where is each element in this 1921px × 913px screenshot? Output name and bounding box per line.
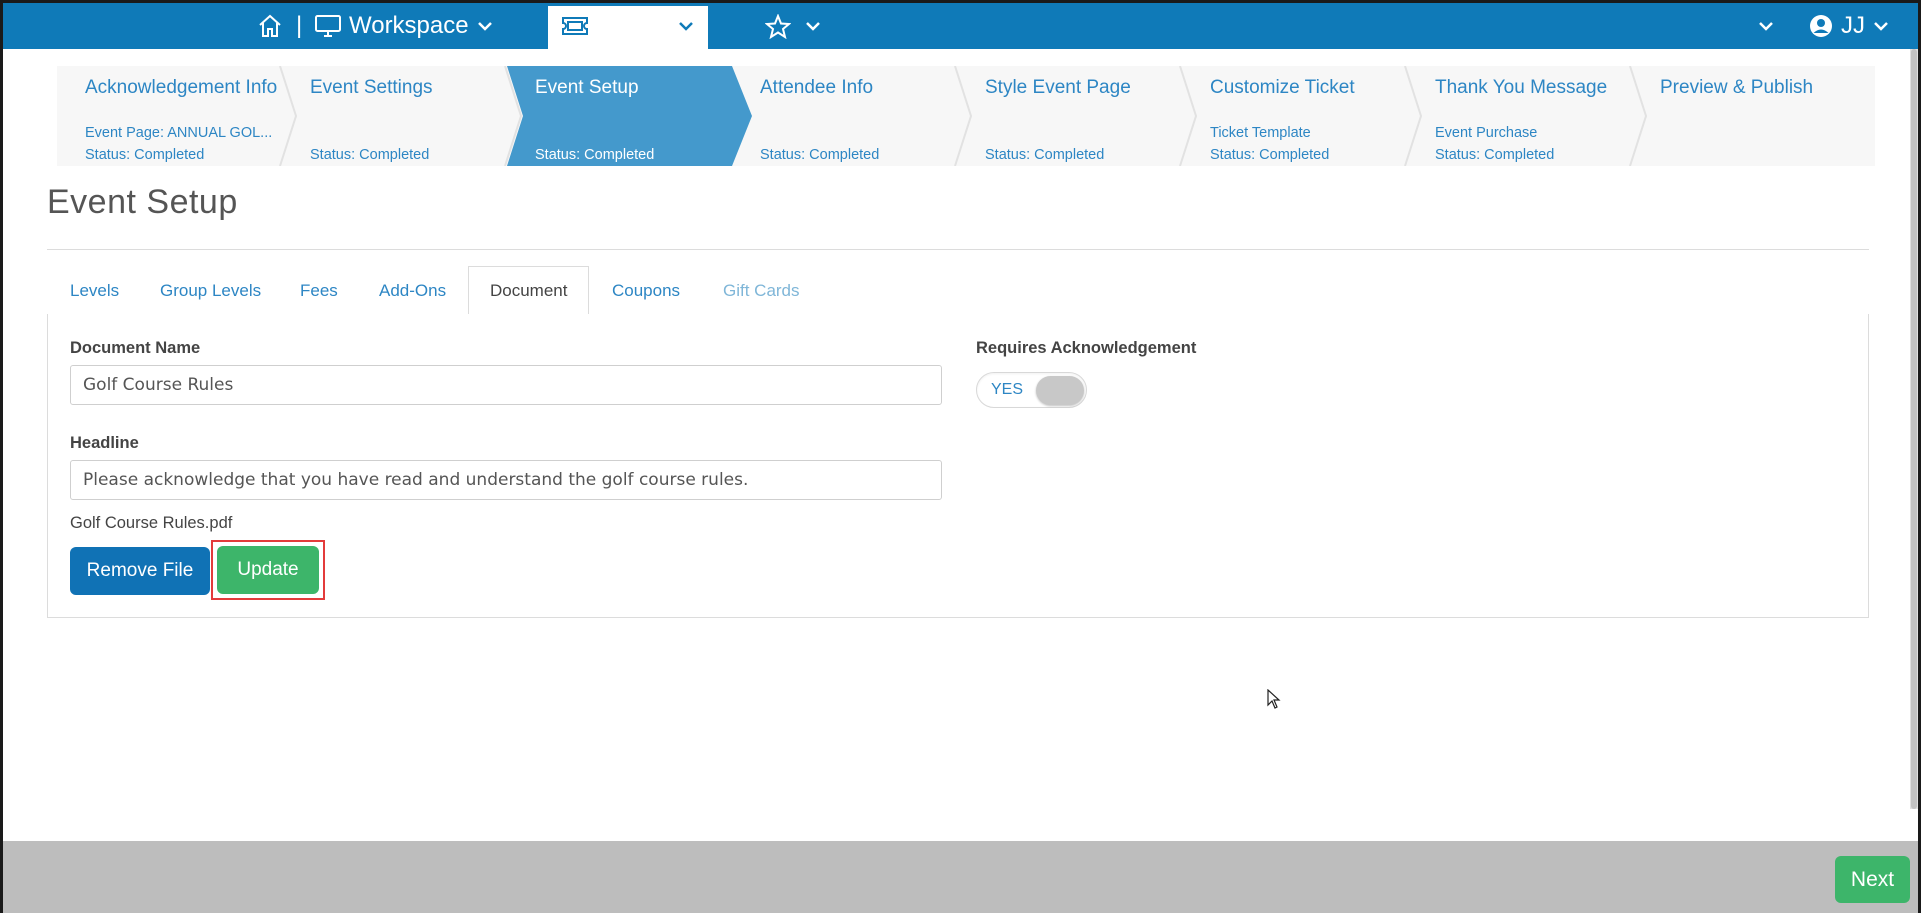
chevron-down-icon [1874, 22, 1888, 31]
event-setup-tabs: Levels Group Levels Fees Add-Ons Documen… [47, 266, 1869, 316]
user-menu[interactable]: JJ [1809, 3, 1889, 49]
step-title: Preview & Publish [1660, 77, 1814, 98]
step-detail: Ticket Template [1210, 125, 1311, 141]
step-divider [1179, 66, 1198, 166]
tab-add-ons[interactable]: Add-Ons [379, 266, 446, 315]
step-status: Status: Completed [760, 147, 880, 163]
tab-gift-cards[interactable]: Gift Cards [723, 266, 800, 315]
step-attendee-info[interactable]: Attendee Info Status: Completed [732, 66, 973, 166]
step-thank-you-message[interactable]: Thank You Message Event Purchase Status:… [1407, 66, 1648, 166]
step-status: Status: Completed [535, 147, 655, 163]
document-name-input[interactable] [70, 365, 942, 405]
monitor-icon [315, 15, 341, 37]
step-title: Event Settings [310, 77, 433, 98]
step-status: Status: Completed [1435, 147, 1555, 163]
headline-label: Headline [70, 434, 139, 452]
chevron-down-icon [477, 22, 492, 31]
next-button[interactable]: Next [1835, 856, 1910, 903]
step-style-event-page[interactable]: Style Event Page Status: Completed [957, 66, 1198, 166]
favorites-menu[interactable] [765, 3, 821, 49]
step-detail: Event Page: ANNUAL GOL... [85, 125, 273, 141]
step-status: Status: Completed [85, 147, 205, 163]
update-button[interactable]: Update [217, 546, 319, 594]
home-icon [259, 14, 281, 37]
requires-acknowledgement-toggle[interactable]: YES [976, 372, 1087, 408]
update-button-highlight: Update [211, 540, 325, 600]
step-status: Status: Completed [985, 147, 1105, 163]
top-navigation-bar: | Workspace Events JJ [3, 3, 1918, 49]
workspace-menu[interactable]: Workspace [315, 3, 493, 49]
attached-file-name: Golf Course Rules.pdf [70, 514, 233, 532]
step-title: Customize Ticket [1210, 77, 1355, 98]
events-menu[interactable]: Events [548, 3, 708, 49]
step-divider [1404, 66, 1423, 166]
workspace-label: Workspace [349, 12, 469, 39]
step-acknowledgement-info[interactable]: Acknowledgement Info Event Page: ANNUAL … [57, 66, 298, 166]
step-status: Status: Completed [1210, 147, 1330, 163]
step-title: Event Setup [535, 77, 639, 98]
chevron-down-icon [678, 22, 693, 31]
step-status: Status: Completed [310, 147, 430, 163]
user-initials: JJ [1841, 12, 1865, 39]
tab-levels[interactable]: Levels [70, 266, 119, 315]
remove-file-button[interactable]: Remove File [70, 547, 210, 595]
home-button[interactable] [257, 3, 283, 49]
ticket-icon [562, 17, 589, 35]
step-divider [954, 66, 973, 166]
step-title: Thank You Message [1435, 77, 1608, 98]
step-divider [279, 66, 298, 166]
event-wizard-stepper: Acknowledgement Info Event Page: ANNUAL … [57, 66, 1875, 166]
step-event-setup[interactable]: Event Setup Status: Completed [507, 66, 752, 166]
chevron-down-icon [1759, 22, 1773, 31]
step-event-settings[interactable]: Event Settings Status: Completed [282, 66, 523, 166]
step-customize-ticket[interactable]: Customize Ticket Ticket Template Status:… [1182, 66, 1423, 166]
requires-acknowledgement-label: Requires Acknowledgement [976, 339, 1197, 357]
footer-bar: Next [3, 841, 1918, 913]
divider [47, 249, 1869, 250]
step-preview-publish[interactable]: Preview & Publish [1632, 66, 1857, 166]
star-icon [765, 13, 791, 39]
scrollbar-thumb[interactable] [1911, 49, 1917, 809]
tab-fees[interactable]: Fees [300, 266, 338, 315]
nav-separator: | [296, 12, 303, 39]
step-divider [1629, 66, 1648, 166]
step-detail: Event Purchase [1435, 125, 1538, 141]
toggle-knob [1036, 376, 1084, 405]
toggle-state-label: YES [991, 381, 1024, 398]
more-menu[interactable] [1758, 3, 1774, 49]
user-avatar-icon [1810, 15, 1832, 37]
headline-input[interactable] [70, 460, 942, 500]
step-title: Attendee Info [760, 77, 874, 98]
tab-coupons[interactable]: Coupons [612, 266, 680, 315]
chevron-down-icon [806, 22, 820, 31]
step-title: Style Event Page [985, 77, 1131, 98]
mouse-cursor-icon [1267, 689, 1281, 709]
step-title: Acknowledgement Info [85, 77, 278, 98]
events-label: Events [596, 12, 670, 39]
page-scrollbar[interactable] [1910, 49, 1918, 809]
page-title: Event Setup [47, 183, 238, 221]
tab-group-levels[interactable]: Group Levels [160, 266, 261, 315]
document-panel: Document Name Headline Golf Course Rules… [47, 314, 1869, 618]
tab-document[interactable]: Document [468, 266, 590, 316]
step-divider [504, 66, 523, 166]
document-name-label: Document Name [70, 339, 201, 357]
